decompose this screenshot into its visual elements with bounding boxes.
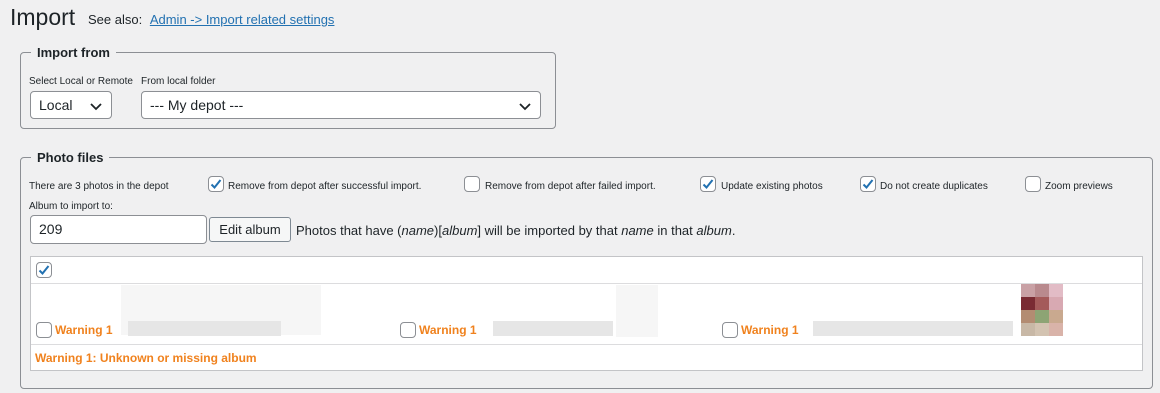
checkmark-icon — [38, 265, 50, 275]
photo-2-warning: Warning 1 — [419, 323, 477, 337]
hint-text: Photos that have ( — [296, 223, 402, 238]
photo-2-checkbox[interactable] — [400, 322, 416, 338]
hint-album: album — [696, 223, 732, 238]
remove-after-success-label: Remove from depot after successful impor… — [228, 181, 422, 192]
photo-table: Warning 1 Warning 1 Warning 1 Warning 1:… — [30, 256, 1143, 371]
divider — [31, 344, 1142, 345]
hint-album: album — [442, 223, 478, 238]
photo-1-warning: Warning 1 — [55, 323, 113, 337]
see-also-label: See also: — [88, 12, 143, 27]
hint-text: ] will be imported by that — [477, 223, 622, 238]
remove-after-success-checkbox[interactable] — [208, 176, 224, 192]
zoom-previews-label: Zoom previews — [1045, 181, 1113, 192]
no-duplicates-label: Do not create duplicates — [880, 181, 988, 192]
zoom-previews-checkbox[interactable] — [1025, 176, 1041, 192]
folder-select[interactable]: --- My depot --- — [141, 91, 541, 119]
album-label: Album to import to: — [29, 201, 113, 212]
hint-text: )[ — [434, 223, 442, 238]
photo-thumbnail — [616, 285, 658, 337]
photo-3-filename — [813, 321, 1013, 336]
photo-thumbnail — [1021, 284, 1063, 336]
import-from-legend: Import from — [37, 45, 110, 60]
update-existing-label: Update existing photos — [721, 181, 823, 192]
folder-label: From local folder — [141, 76, 216, 87]
album-hint: Photos that have (name)[album] will be i… — [296, 223, 735, 238]
hint-text: . — [731, 223, 736, 238]
checkmark-icon — [862, 179, 874, 189]
page-title: Import — [10, 4, 76, 30]
chevron-down-icon — [519, 103, 531, 111]
select-source-label: Select Local or Remote — [29, 76, 133, 87]
import-settings-link[interactable]: Admin -> Import related settings — [150, 12, 335, 27]
hint-name: name — [621, 223, 654, 238]
photo-1-filename — [128, 321, 281, 336]
photo-3-checkbox[interactable] — [722, 322, 738, 338]
checkmark-icon — [210, 179, 222, 189]
update-existing-checkbox[interactable] — [700, 176, 716, 192]
see-also: See also: Admin -> Import related settin… — [88, 12, 334, 27]
photo-count-text: There are 3 photos in the depot — [29, 181, 169, 192]
remove-after-failed-checkbox[interactable] — [464, 176, 480, 192]
no-duplicates-checkbox[interactable] — [860, 176, 876, 192]
remove-after-failed-label: Remove from depot after failed import. — [485, 181, 656, 192]
hint-text: in that — [653, 223, 697, 238]
select-all-checkbox[interactable] — [36, 262, 52, 278]
chevron-down-icon — [90, 103, 102, 111]
source-select-value: Local — [39, 97, 73, 113]
album-input[interactable]: 209 — [30, 215, 207, 244]
photo-3-warning: Warning 1 — [741, 323, 799, 337]
photo-2-filename — [493, 321, 613, 336]
photo-files-legend: Photo files — [37, 150, 104, 165]
divider — [31, 283, 1142, 284]
edit-album-button[interactable]: Edit album — [209, 217, 291, 242]
source-select[interactable]: Local — [30, 91, 112, 119]
footer-warning: Warning 1: Unknown or missing album — [35, 351, 257, 365]
hint-name: name — [401, 223, 435, 238]
photo-1-checkbox[interactable] — [36, 322, 52, 338]
folder-select-value: --- My depot --- — [150, 97, 244, 113]
photo-thumbnail-image — [1021, 284, 1063, 336]
checkmark-icon — [702, 179, 714, 189]
